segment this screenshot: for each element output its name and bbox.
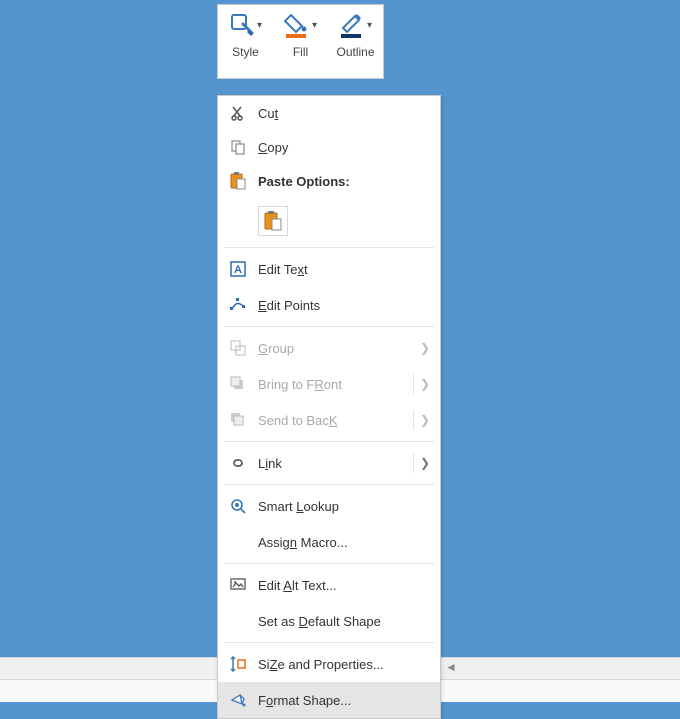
menu-size-props[interactable]: SiZe and Properties... — [218, 646, 440, 682]
paste-options-row — [218, 198, 440, 244]
link-icon — [228, 453, 248, 473]
fill-button[interactable]: ▾ Fill — [276, 9, 326, 59]
alt-text-icon — [228, 575, 248, 595]
menu-group-label: Group — [258, 341, 294, 356]
menu-edit-text-label: Edit Text — [258, 262, 308, 277]
mini-toolbar: ▾ Style ▾ Fill ▾ Outline — [217, 4, 384, 79]
format-shape-icon — [228, 690, 248, 710]
menu-edit-points-label: Edit Points — [258, 298, 320, 313]
send-back-icon — [228, 410, 248, 430]
menu-assign-macro[interactable]: Assign Macro... — [218, 524, 440, 560]
menu-link[interactable]: Link ❯ — [218, 445, 440, 481]
edit-text-icon: A — [228, 259, 248, 279]
menu-smart-lookup[interactable]: Smart Lookup — [218, 488, 440, 524]
copy-icon — [228, 137, 248, 157]
size-icon — [228, 654, 248, 674]
submenu-arrow-icon: ❯ — [420, 456, 430, 470]
fill-icon: ▾ — [284, 9, 317, 41]
fill-label: Fill — [293, 45, 308, 59]
outline-button[interactable]: ▾ Outline — [331, 9, 381, 59]
menu-edit-text[interactable]: A Edit Text — [218, 251, 440, 287]
group-icon — [228, 338, 248, 358]
menu-send-back-label: Send to BacK — [258, 413, 338, 428]
smart-lookup-icon — [228, 496, 248, 516]
menu-paste-options: Paste Options: — [218, 164, 440, 198]
submenu-arrow-icon: ❯ — [420, 413, 430, 427]
bring-front-icon — [228, 374, 248, 394]
separator — [224, 441, 434, 442]
split-divider — [413, 410, 414, 430]
separator — [224, 247, 434, 248]
menu-smart-lookup-label: Smart Lookup — [258, 499, 339, 514]
paste-icon — [228, 171, 248, 191]
submenu-arrow-icon: ❯ — [420, 341, 430, 355]
menu-bring-front-label: Bring to FRont — [258, 377, 342, 392]
menu-copy-label: Copy — [258, 140, 288, 155]
separator — [224, 642, 434, 643]
scroll-left-arrow[interactable]: ◄ — [444, 660, 458, 674]
menu-send-back: Send to BacK ❯ — [218, 402, 440, 438]
cut-icon — [228, 103, 248, 123]
menu-edit-alt[interactable]: Edit Alt Text... — [218, 567, 440, 603]
menu-format-shape[interactable]: Format Shape... — [218, 682, 440, 718]
menu-size-props-label: SiZe and Properties... — [258, 657, 384, 672]
svg-text:A: A — [234, 264, 242, 276]
menu-cut-label: Cut — [258, 106, 278, 121]
submenu-arrow-icon: ❯ — [420, 377, 430, 391]
separator — [224, 484, 434, 485]
menu-group: Group ❯ — [218, 330, 440, 366]
menu-copy[interactable]: Copy — [218, 130, 440, 164]
menu-format-shape-label: Format Shape... — [258, 693, 351, 708]
menu-link-label: Link — [258, 456, 282, 471]
outline-icon: ▾ — [339, 9, 372, 41]
separator — [224, 326, 434, 327]
outline-label: Outline — [336, 45, 374, 59]
menu-edit-alt-label: Edit Alt Text... — [258, 578, 337, 593]
paste-default-chip[interactable] — [258, 206, 288, 236]
split-divider — [413, 374, 414, 394]
menu-assign-macro-label: Assign Macro... — [258, 535, 348, 550]
menu-default-shape-label: Set as Default Shape — [258, 614, 381, 629]
context-menu: Cut Copy Paste Options: A Edit Text Edit… — [217, 95, 441, 719]
style-button[interactable]: ▾ Style — [221, 9, 271, 59]
menu-paste-label: Paste Options: — [258, 174, 350, 189]
style-label: Style — [232, 45, 259, 59]
split-divider — [413, 453, 414, 473]
menu-edit-points[interactable]: Edit Points — [218, 287, 440, 323]
menu-default-shape[interactable]: Set as Default Shape — [218, 603, 440, 639]
style-icon: ▾ — [229, 9, 262, 41]
menu-bring-front: Bring to FRont ❯ — [218, 366, 440, 402]
separator — [224, 563, 434, 564]
edit-points-icon — [228, 295, 248, 315]
menu-cut[interactable]: Cut — [218, 96, 440, 130]
